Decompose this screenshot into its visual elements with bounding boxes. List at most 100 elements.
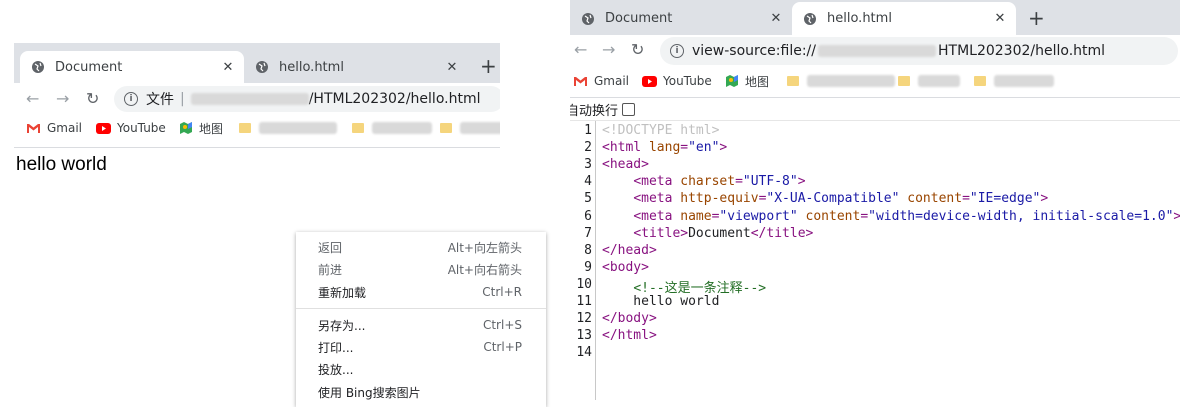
- globe-icon: [582, 12, 594, 25]
- right-tab-hello-title: hello.html: [827, 11, 892, 26]
- left-bookmarks-bar: Gmail YouTube 地图: [14, 115, 500, 141]
- file-scheme-label: 文件: [146, 92, 174, 108]
- line-number: 12: [576, 311, 592, 327]
- bookmark-folder[interactable]: [239, 115, 337, 141]
- new-tab-plus-icon[interactable]: +: [480, 56, 497, 76]
- source-line: <head>: [602, 157, 649, 173]
- bookmark-folder[interactable]: [898, 68, 1054, 94]
- line-number: 14: [576, 345, 592, 361]
- source-line: <html lang="en">: [602, 140, 728, 156]
- gmail-icon: [27, 123, 40, 133]
- line-number: 4: [584, 174, 592, 190]
- right-tab-bar: Document ✕ hello.html ✕ +: [570, 0, 1180, 35]
- folder-icon: [352, 123, 364, 133]
- youtube-icon: [642, 75, 657, 87]
- right-address-path: HTML202302/hello.html: [937, 43, 1106, 59]
- new-tab-plus-icon[interactable]: +: [1028, 8, 1045, 28]
- folder-icon: [974, 76, 986, 86]
- blurred-path-segment: [817, 45, 936, 57]
- source-line: <meta http-equiv="X-UA-Compatible" conte…: [633, 191, 1049, 207]
- bookmark-folder[interactable]: [352, 115, 500, 141]
- context-menu: 返回 Alt+向左箭头 前进 Alt+向右箭头 重新加载 Ctrl+R 另存为.…: [296, 232, 546, 407]
- line-number: 10: [576, 276, 592, 292]
- left-tab-hello[interactable]: hello.html ✕: [244, 51, 468, 83]
- back-arrow-icon[interactable]: ←: [26, 91, 39, 107]
- line-number: 11: [576, 294, 592, 309]
- maps-icon: [726, 75, 738, 87]
- globe-icon: [256, 61, 268, 73]
- line-wrap-checkbox[interactable]: [622, 102, 636, 116]
- folder-icon: [898, 76, 910, 86]
- right-browser-window: Document ✕ hello.html ✕ + ← → ↻ i view-s…: [570, 0, 1180, 400]
- source-code: 1 <!DOCTYPE html> 2 <html lang="en"> 3 <head>…: [570, 121, 1180, 400]
- right-tab-document-title: Document: [605, 11, 673, 26]
- bookmark-gmail[interactable]: Gmail: [573, 68, 629, 94]
- youtube-icon: [96, 122, 111, 134]
- source-line: </head>: [602, 242, 657, 258]
- line-wrap-label: 自动换行: [570, 103, 619, 119]
- bookmark-gmail[interactable]: Gmail: [26, 115, 82, 141]
- menu-item-cast[interactable]: 投放...: [296, 358, 546, 380]
- source-line: <meta charset="UTF-8">: [633, 174, 806, 190]
- line-number: 5: [584, 191, 592, 207]
- left-address-path: /HTML202302/hello.html: [308, 91, 481, 107]
- info-icon[interactable]: i: [670, 44, 684, 58]
- menu-item-forward[interactable]: 前进 Alt+向右箭头: [296, 258, 546, 280]
- source-line: hello world: [602, 294, 720, 309]
- line-number: 6: [584, 208, 592, 224]
- right-toolbar-divider: [570, 97, 1180, 98]
- left-browser-window: Document ✕ hello.html ✕ + ← → ↻ i 文件 | /…: [14, 43, 500, 155]
- menu-item-reload[interactable]: 重新加载 Ctrl+R: [296, 281, 546, 303]
- line-number: 2: [584, 140, 592, 156]
- bookmark-maps[interactable]: 地图: [179, 115, 223, 141]
- folder-icon: [239, 123, 251, 133]
- reload-icon[interactable]: ↻: [631, 42, 644, 58]
- menu-item-print[interactable]: 打印... Ctrl+P: [296, 336, 546, 358]
- info-icon[interactable]: i: [124, 92, 138, 106]
- left-address-bar[interactable]: i 文件 | /HTML202302/hello.html: [114, 86, 500, 112]
- forward-arrow-icon[interactable]: →: [56, 91, 69, 107]
- source-line: </body>: [602, 311, 657, 327]
- menu-item-back[interactable]: 返回 Alt+向左箭头: [296, 236, 546, 258]
- bookmark-youtube[interactable]: YouTube: [642, 68, 712, 94]
- source-line: <title>Document</title>: [633, 225, 814, 241]
- reload-icon[interactable]: ↻: [86, 91, 99, 107]
- close-icon[interactable]: ✕: [444, 60, 460, 75]
- bookmark-youtube[interactable]: YouTube: [96, 115, 166, 141]
- right-toolbar: ← → ↻ i view-source:file:// HTML202302/h…: [570, 35, 1180, 67]
- right-address-bar[interactable]: i view-source:file:// HTML202302/hello.h…: [660, 37, 1178, 65]
- left-tab-document-title: Document: [55, 59, 123, 75]
- source-line: <!DOCTYPE html>: [602, 123, 720, 138]
- line-number: 7: [584, 225, 592, 241]
- back-arrow-icon[interactable]: ←: [574, 42, 587, 58]
- line-number: 13: [576, 328, 592, 344]
- left-page-text: hello world: [16, 154, 107, 175]
- left-tab-document[interactable]: Document ✕: [20, 51, 244, 83]
- left-tab-bar: Document ✕ hello.html ✕ +: [14, 43, 500, 83]
- left-tab-hello-title: hello.html: [279, 59, 344, 75]
- line-number: 1: [584, 123, 592, 138]
- bookmark-folder[interactable]: [787, 68, 895, 94]
- right-address-prefix: view-source:file://: [692, 43, 816, 59]
- source-line: <meta name="viewport" content="width=dev…: [633, 208, 1180, 224]
- left-toolbar-divider: [14, 147, 500, 148]
- forward-arrow-icon[interactable]: →: [602, 42, 615, 58]
- right-tab-hello[interactable]: hello.html ✕: [792, 2, 1016, 35]
- close-icon[interactable]: ✕: [992, 11, 1008, 26]
- maps-icon: [180, 122, 192, 134]
- menu-item-save-as[interactable]: 另存为... Ctrl+S: [296, 314, 546, 336]
- line-number: 8: [584, 242, 592, 258]
- line-wrap-option[interactable]: 自动换行: [570, 99, 636, 119]
- bookmark-maps[interactable]: 地图: [725, 68, 769, 94]
- folder-icon: [787, 76, 799, 86]
- close-icon[interactable]: ✕: [220, 60, 236, 75]
- right-tab-document[interactable]: Document ✕: [570, 2, 792, 35]
- globe-icon: [804, 12, 816, 25]
- folder-icon: [440, 123, 452, 133]
- globe-icon: [32, 61, 44, 73]
- left-toolbar: ← → ↻ i 文件 | /HTML202302/hello.html: [14, 83, 500, 115]
- right-bookmarks-bar: Gmail YouTube 地图: [570, 68, 1180, 94]
- line-number: 9: [584, 259, 592, 275]
- source-line: <body>: [602, 259, 649, 275]
- close-icon[interactable]: ✕: [768, 11, 784, 26]
